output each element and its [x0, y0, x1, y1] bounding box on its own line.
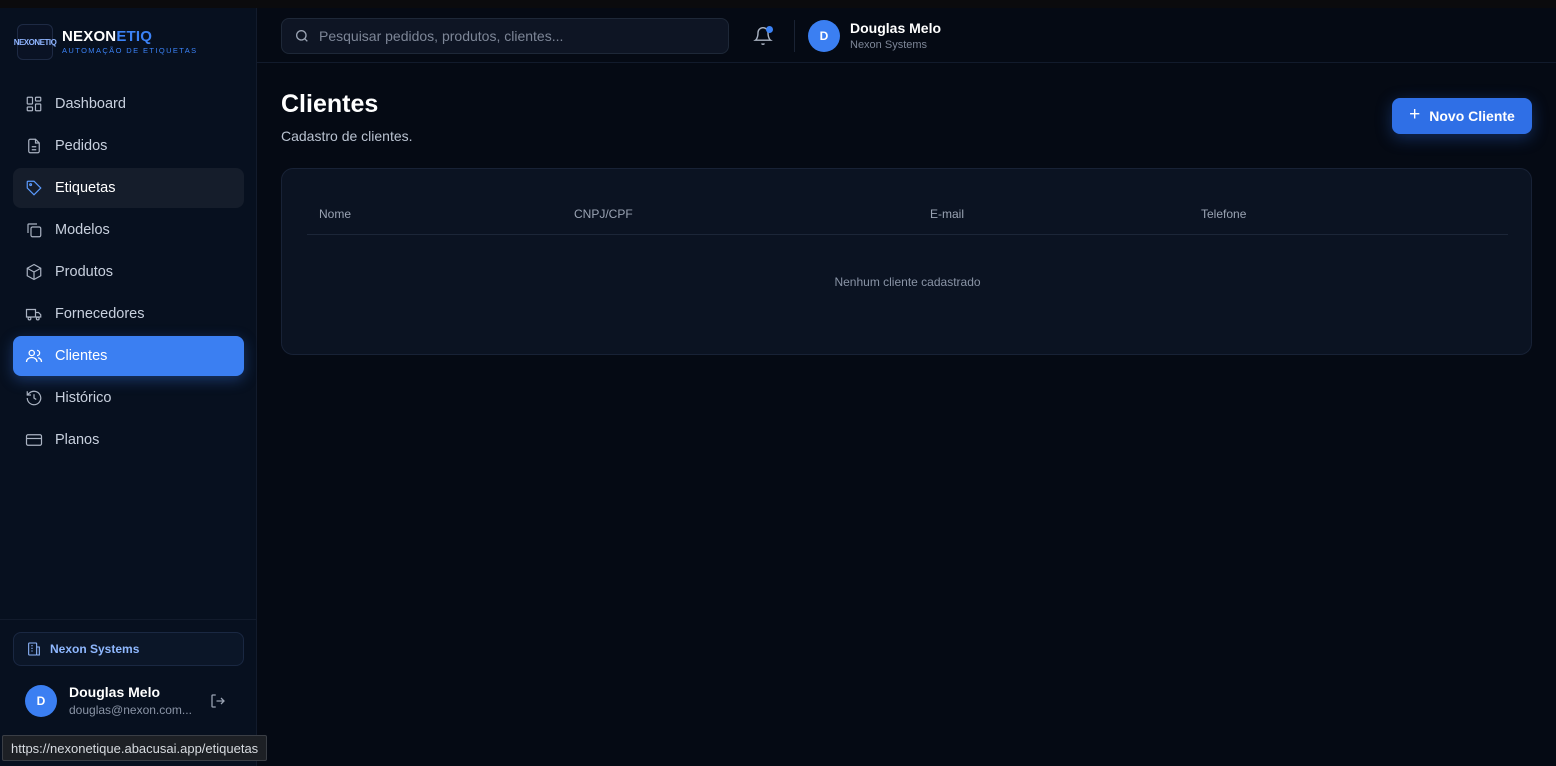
brand[interactable]: NEXONETIQ NEXONETIQ AUTOMAÇÃO DE ETIQUET… [14, 24, 198, 60]
avatar[interactable]: D [25, 684, 57, 717]
new-client-button[interactable]: + Novo Cliente [1392, 98, 1532, 134]
search-icon [296, 30, 308, 42]
notification-dot [766, 26, 773, 33]
sidebar-item-dashboard[interactable]: Dashboard [13, 84, 244, 124]
sidebar-item-label: Etiquetas [55, 180, 116, 196]
organization-name: Nexon Systems [50, 642, 140, 656]
sidebar-item-historico[interactable]: Histórico [13, 378, 244, 418]
sidebar-item-pedidos[interactable]: Pedidos [13, 126, 244, 166]
tag-icon [26, 180, 42, 196]
document-icon [28, 138, 40, 154]
link-preview-statusbar: https://nexonetique.abacusai.app/etiquet… [2, 735, 268, 761]
sidebar-item-fornecedores[interactable]: Fornecedores [13, 294, 244, 334]
sidebar-item-label: Produtos [55, 264, 114, 280]
brand-logo: NEXONETIQ [14, 24, 57, 60]
truck-icon [25, 308, 42, 321]
sidebar-item-modelos[interactable]: Modelos [13, 210, 244, 250]
sidebar-item-label: Clientes [55, 348, 108, 364]
user-email: douglas@nexon.com... [69, 703, 192, 717]
sidebar-nav: Dashboard Pedidos Etiquetas Modelos Prod… [13, 84, 244, 462]
sidebar-item-clientes[interactable]: Clientes [13, 336, 244, 376]
brand-tagline: AUTOMAÇÃO DE ETIQUETAS [62, 46, 198, 56]
credit-card-icon [25, 434, 43, 446]
column-header-email[interactable]: E-mail [930, 207, 964, 221]
sidebar-divider [0, 619, 256, 620]
brand-name: NEXONETIQ [62, 28, 153, 46]
page-title: Clientes [281, 90, 379, 118]
sidebar-item-planos[interactable]: Planos [13, 420, 244, 460]
copy-icon [27, 223, 42, 238]
plus-icon: + [1409, 104, 1421, 125]
users-icon [25, 349, 43, 363]
user-name: Douglas Melo [850, 20, 942, 37]
new-client-label: Novo Cliente [1429, 108, 1515, 124]
column-header-cnpj-cpf[interactable]: CNPJ/CPF [574, 207, 633, 221]
logout-icon[interactable] [209, 692, 227, 710]
user-company: Nexon Systems [850, 38, 928, 51]
topbar: D Douglas Melo Nexon Systems [257, 8, 1556, 63]
building-icon [28, 642, 40, 656]
window-top-strip [0, 0, 1556, 8]
sidebar-item-label: Planos [55, 432, 100, 448]
user-name: Douglas Melo [69, 684, 161, 700]
sidebar-item-label: Fornecedores [55, 306, 145, 322]
sidebar-item-label: Dashboard [55, 96, 126, 112]
clients-table: Nome CNPJ/CPF E-mail Telefone Nenhum cli… [281, 168, 1532, 355]
topbar-divider [794, 20, 795, 52]
page-subtitle: Cadastro de clientes. [281, 128, 413, 144]
notifications-button[interactable] [753, 26, 773, 46]
sidebar-item-produtos[interactable]: Produtos [13, 252, 244, 292]
sidebar-user: D Douglas Melo douglas@nexon.com... [25, 684, 235, 717]
empty-state-message: Nenhum cliente cadastrado [834, 275, 981, 289]
sidebar-item-label: Modelos [55, 222, 110, 238]
column-header-telefone[interactable]: Telefone [1201, 207, 1246, 221]
search-box[interactable] [281, 18, 729, 54]
sidebar-item-label: Histórico [55, 390, 112, 406]
table-header: Nome CNPJ/CPF E-mail Telefone [307, 203, 1508, 235]
search-input[interactable] [319, 28, 728, 44]
column-header-nome[interactable]: Nome [319, 207, 351, 221]
sidebar: NEXONETIQ NEXONETIQ AUTOMAÇÃO DE ETIQUET… [0, 8, 257, 766]
avatar: D [808, 20, 840, 52]
main-content: Clientes Cadastro de clientes. + Novo Cl… [281, 90, 1532, 355]
topbar-user[interactable]: D Douglas Melo Nexon Systems [808, 20, 941, 52]
dashboard-icon [26, 96, 42, 112]
sidebar-item-label: Pedidos [55, 138, 108, 154]
history-icon [26, 390, 42, 406]
sidebar-item-etiquetas[interactable]: Etiquetas [13, 168, 244, 208]
organization-chip[interactable]: Nexon Systems [13, 632, 244, 666]
box-icon [26, 263, 42, 281]
